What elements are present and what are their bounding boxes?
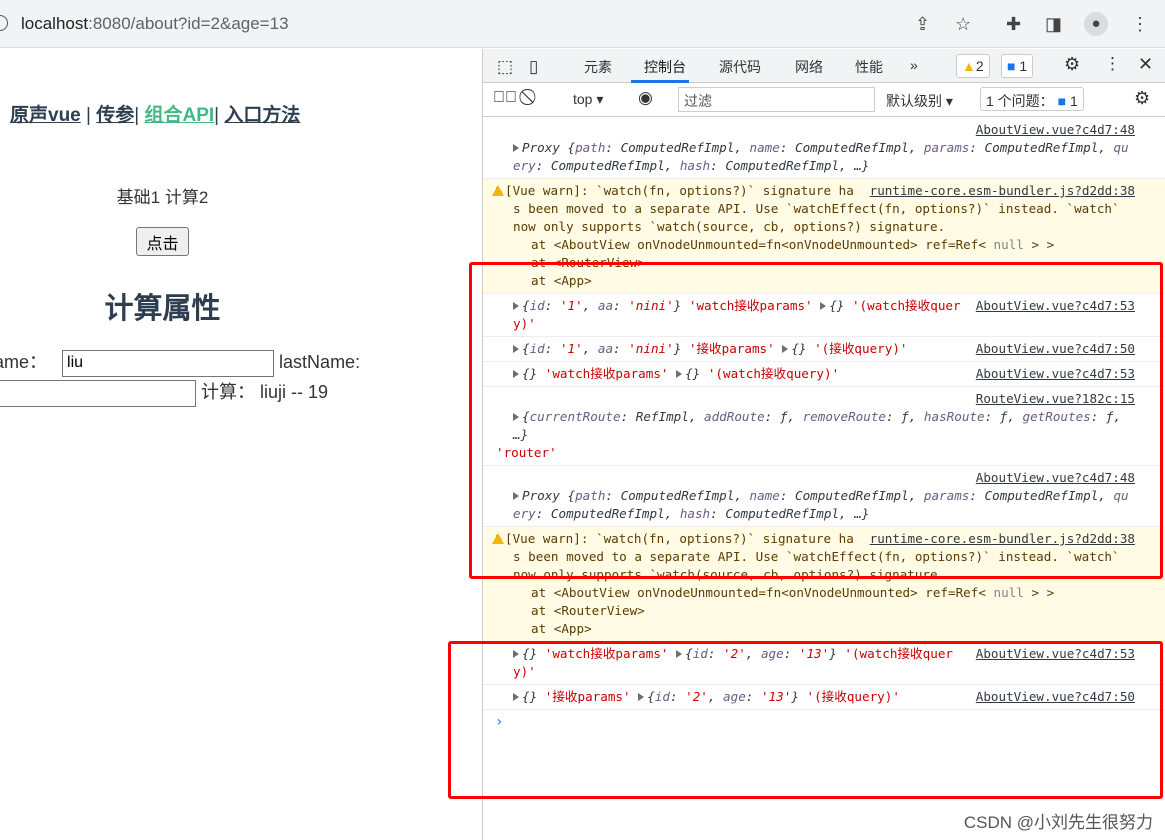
more-tabs-button[interactable]: » [910,57,918,73]
info-count: 1 [1019,58,1028,74]
first-name-input[interactable]: liu [62,349,275,377]
tab-performance[interactable]: 性能 [855,57,883,77]
issues-button[interactable]: 1 个问题： ■ 1 [980,87,1084,111]
first-name-label: ame： [0,352,48,372]
click-button[interactable]: 点击 [136,227,189,256]
settings-icon[interactable]: ⚙ [1064,54,1080,75]
share-icon[interactable]: ⇪ [915,14,930,35]
page-content: 原声vue | 传参| 组合API| 入口方法 基础1 计算2 点击 计算属性 … [0,49,482,840]
inspect-icon[interactable]: ⬚ [497,57,513,77]
stack-frame: at <App> [513,620,1132,638]
annotation-box [469,262,1163,579]
eye-icon[interactable]: ◉ [638,88,653,108]
stack-token: null [993,237,1024,252]
issues-label: 1 个问题： [986,93,1054,109]
warning-icon [492,185,504,196]
annotation-box [448,641,1163,799]
issues-count: 1 [1069,93,1078,109]
tab-network[interactable]: 网络 [795,57,823,77]
computed-label: 计算： [201,381,256,402]
nav-links: 原声vue | 传参| 组合API| 入口方法 [10,100,300,127]
nav-link-composition-api[interactable]: 组合API [144,105,214,126]
nav-separator: | [214,105,225,126]
section-heading: 计算属性 [104,293,221,325]
nav-separator: | [134,105,145,126]
console-toolbar: ▸⃞ ⃠ top ▾ ◉ 过滤 默认级别 ▾ 1 个问题： ■ 1 ⚙ [483,83,1165,117]
nav-separator: | [80,105,97,126]
profile-icon[interactable]: ● [1084,12,1108,36]
sidepanel-icon[interactable]: ◨ [1045,14,1062,35]
close-icon[interactable]: ✕ [1138,54,1153,75]
log-level-value: 默认级别 [886,93,942,109]
devtools-tabs: ⬚ ▯ 元素 控制台 源代码 网络 性能 » ▲2 ■ 1 ⚙ ⋮ ✕ [483,49,1165,83]
context-select[interactable]: top ▾ [573,91,603,108]
stack-token: at <AboutView onVnodeUnmounted=fn<onVnod… [531,237,994,252]
log-level-select[interactable]: 默认级别 ▾ [886,91,953,111]
device-toolbar-icon[interactable]: ▯ [529,57,538,77]
url-field[interactable]: localhost:8080/about?id=2&age=13 [21,14,289,34]
stack-token: null [993,585,1024,600]
console-message: AboutView.vue?c4d7:48 Proxy {path: Comput… [483,118,1165,179]
info-badge[interactable]: ■ 1 [1001,54,1034,78]
site-info-icon[interactable] [0,15,8,31]
stack-token: > > [1023,585,1055,600]
message-token: path [575,140,606,155]
nav-link-params[interactable]: 传参 [96,105,134,126]
stack-token: at <RouterView> [531,603,645,618]
message-token: : ComputedRefImpl, …} [710,158,870,173]
stack-token: at <App> [531,621,592,636]
star-icon[interactable]: ☆ [955,14,971,35]
tab-elements[interactable]: 元素 [584,57,612,77]
message-token: params [923,140,970,155]
context-value: top [573,91,593,107]
counts-text: 基础1 计算2 [116,188,209,207]
extensions-icon[interactable]: ✚ [1006,14,1021,35]
message-token: : ComputedRefImpl, [779,140,924,155]
stack-frame: at <RouterView> [513,602,1132,620]
source-link[interactable]: AboutView.vue?c4d7:48 [525,121,1135,139]
message-token: name [749,140,780,155]
message-token: : ComputedRefImpl, [605,140,750,155]
warning-icon: ▲ [962,58,976,74]
message-icon: ■ [1007,58,1016,74]
console-settings-icon[interactable]: ⚙ [1134,88,1150,109]
last-name-input[interactable] [0,379,196,407]
message-text[interactable]: Proxy {path: ComputedRefImpl, name: Comp… [513,140,1129,173]
message-token: hash [679,158,711,173]
message-icon: ■ [1057,93,1067,109]
name-form: ame： liu lastName: 计算： liuji -- 19 [0,348,360,407]
nav-link-entry[interactable]: 入口方法 [224,105,300,126]
tab-console[interactable]: 控制台 [644,57,686,77]
address-bar: localhost:8080/about?id=2&age=13 ⇪ ☆ ✚ ◨… [0,0,1165,48]
expand-triangle-icon[interactable] [513,144,519,152]
message-token: Proxy { [522,140,576,155]
stack-token: at <AboutView onVnodeUnmounted=fn<onVnod… [531,585,994,600]
stack-token: > > [1023,237,1055,252]
filter-input[interactable]: 过滤 [678,87,875,112]
url-path: :8080/about?id=2&age=13 [88,14,289,33]
nav-link-vue[interactable]: 原声vue [10,105,81,126]
last-name-label: lastName: [279,352,361,372]
tab-sources[interactable]: 源代码 [719,57,761,77]
more-options-icon[interactable]: ⋮ [1104,54,1121,74]
source-link[interactable]: runtime-core.esm-bundler.js?d2dd:38 [870,182,1135,200]
stack-frame: at <AboutView onVnodeUnmounted=fn<onVnod… [513,236,1132,254]
computed-value: liuji -- 19 [260,381,329,402]
message-token: : ComputedRefImpl, [535,158,680,173]
url-host: localhost [21,14,89,33]
message-token: : ComputedRefImpl, [969,140,1114,155]
warning-count: 2 [975,58,984,74]
watermark: CSDN @小刘先生很努力 [963,813,1153,832]
warnings-badge[interactable]: ▲2 [956,54,990,78]
stack-frame: at <AboutView onVnodeUnmounted=fn<onVnod… [513,584,1132,602]
menu-icon[interactable]: ⋮ [1131,14,1149,35]
sidebar-toggle-icon[interactable]: ▸⃞ [493,89,517,107]
